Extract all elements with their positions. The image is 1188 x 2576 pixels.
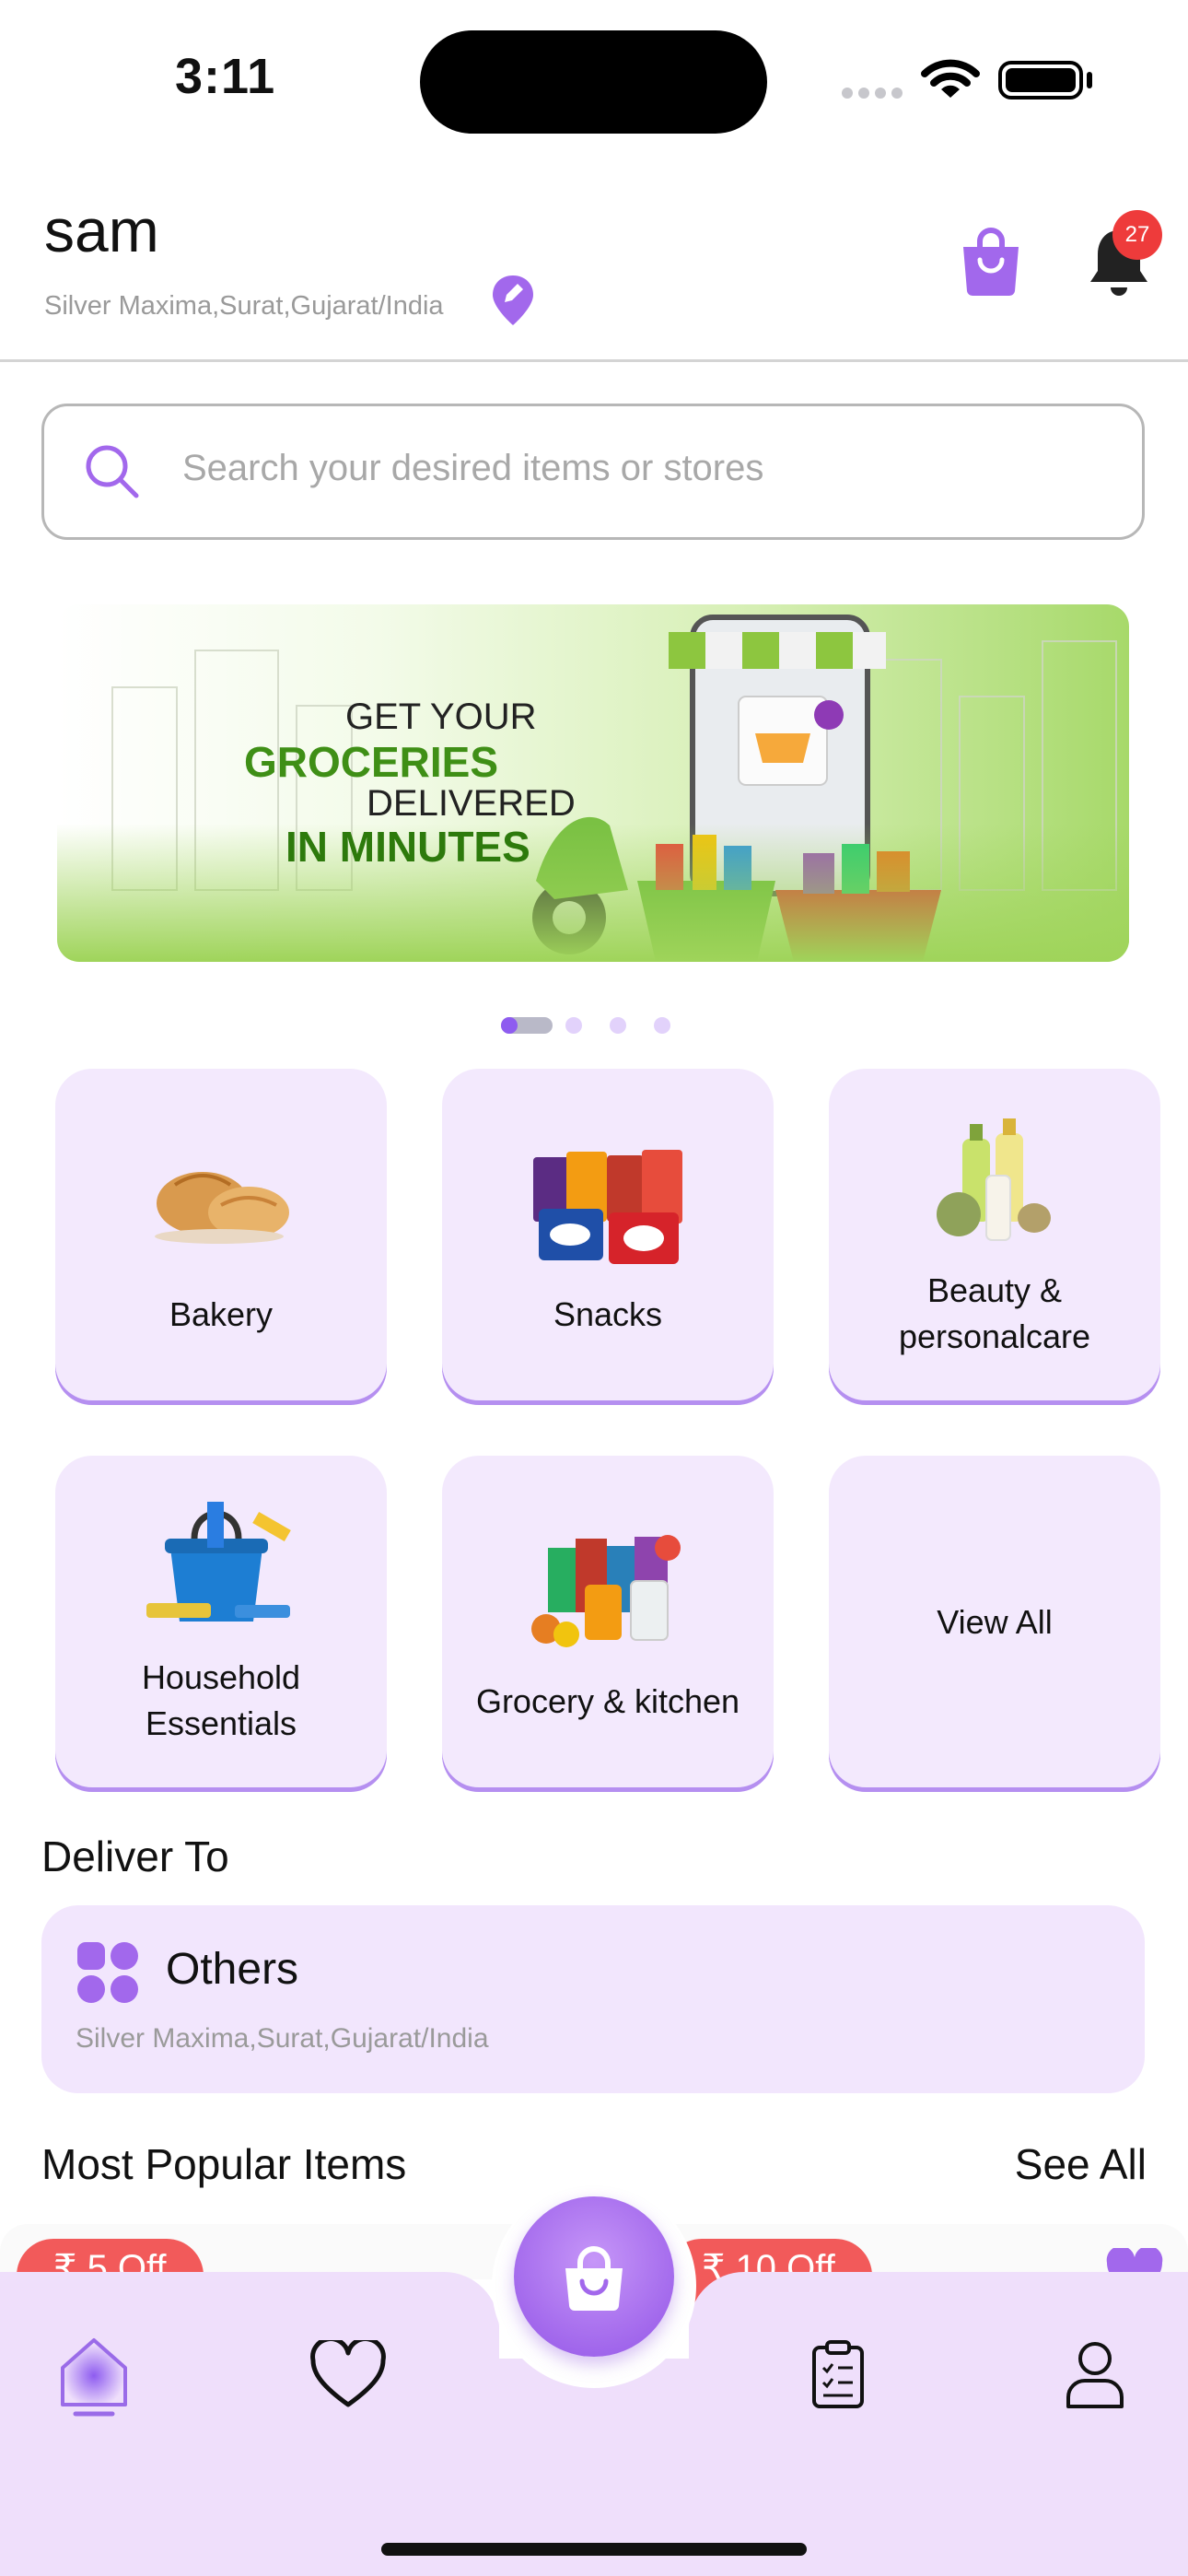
category-card-snacks[interactable]: Snacks [442,1069,774,1400]
deliver-to-title: Deliver To [41,1832,229,1880]
carousel-dot-active[interactable] [501,1017,553,1034]
orders-icon[interactable] [810,2340,866,2414]
view-all-label: View All [937,1603,1053,1641]
edit-location-icon[interactable] [490,273,536,332]
username: sam [44,196,159,264]
household-image [143,1493,299,1634]
dynamic-island [420,30,767,134]
deliver-address-card[interactable] [41,1905,1145,2093]
banner-line-2: GROCERIES [244,738,499,786]
home-indicator[interactable] [381,2543,807,2556]
carousel-dot[interactable] [654,1017,670,1034]
search-icon [83,442,142,505]
category-card-view-all[interactable]: View All [829,1456,1160,1787]
category-label: Snacks [553,1295,663,1333]
category-card-household[interactable]: Household Essentials [55,1456,387,1787]
category-card-beauty[interactable]: Beauty & personalcare [829,1069,1160,1400]
see-all-link[interactable]: See All [1015,2139,1147,2189]
bottom-nav-right-panel [689,2272,1188,2576]
category-grid-icon [76,1940,140,2008]
snacks-image [530,1148,686,1271]
header-address: Silver Maxima,Surat,Gujarat/India [44,291,444,321]
banner-line-1: GET YOUR [345,697,537,737]
banner-line-4: IN MINUTES [285,823,530,871]
battery-cap [1087,72,1092,88]
carousel-dot[interactable] [610,1017,626,1034]
header-divider [0,359,1188,362]
cart-fab-button[interactable] [514,2196,674,2357]
carousel-dot[interactable] [565,1017,582,1034]
status-time: 3:11 [175,49,276,104]
battery-icon [998,61,1083,100]
banner-line-3: DELIVERED [367,783,576,824]
category-label: Bakery [169,1295,274,1333]
heart-icon[interactable] [309,2336,387,2414]
category-card-bakery[interactable]: Bakery [55,1069,387,1400]
category-label-line2: Essentials [145,1704,297,1742]
category-label: Beauty & [926,1271,1063,1309]
search-placeholder: Search your desired items or stores [182,448,764,488]
cellular-signal-icon [842,85,908,102]
category-label: Household [141,1658,301,1696]
category-label: Grocery & kitchen [475,1682,740,1720]
category-card-grocery[interactable]: Grocery & kitchen [442,1456,774,1787]
home-icon[interactable] [57,2335,131,2421]
wifi-icon [921,57,980,105]
profile-icon[interactable] [1065,2340,1125,2414]
bottom-nav-left-panel [0,2272,499,2576]
popular-items-title: Most Popular Items [41,2140,407,2188]
deliver-address-type: Others [166,1945,299,1994]
cart-fab-icon [565,2246,623,2311]
category-label-line2: personalcare [898,1317,1091,1355]
notification-badge: 27 [1112,210,1162,260]
beauty-image [935,1111,1054,1253]
promo-banner[interactable] [57,604,1129,962]
bakery-image [147,1148,295,1253]
cart-icon[interactable] [958,227,1024,300]
deliver-address-text: Silver Maxima,Surat,Gujarat/India [76,2023,489,2054]
grocery-image [530,1529,686,1653]
